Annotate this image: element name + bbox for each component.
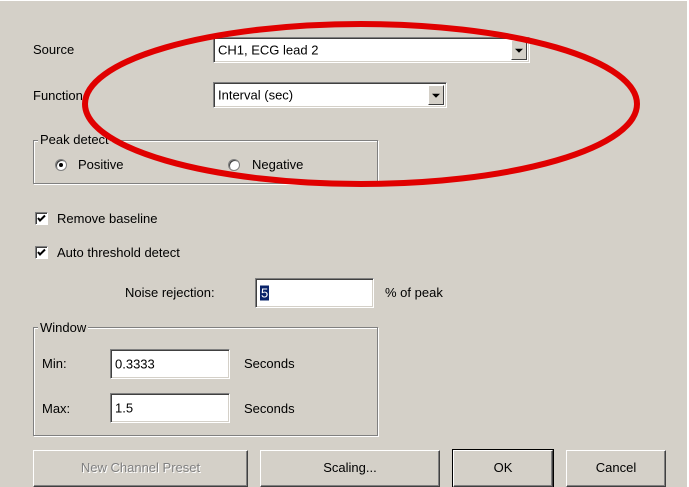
- annotation-ellipse: [82, 21, 640, 187]
